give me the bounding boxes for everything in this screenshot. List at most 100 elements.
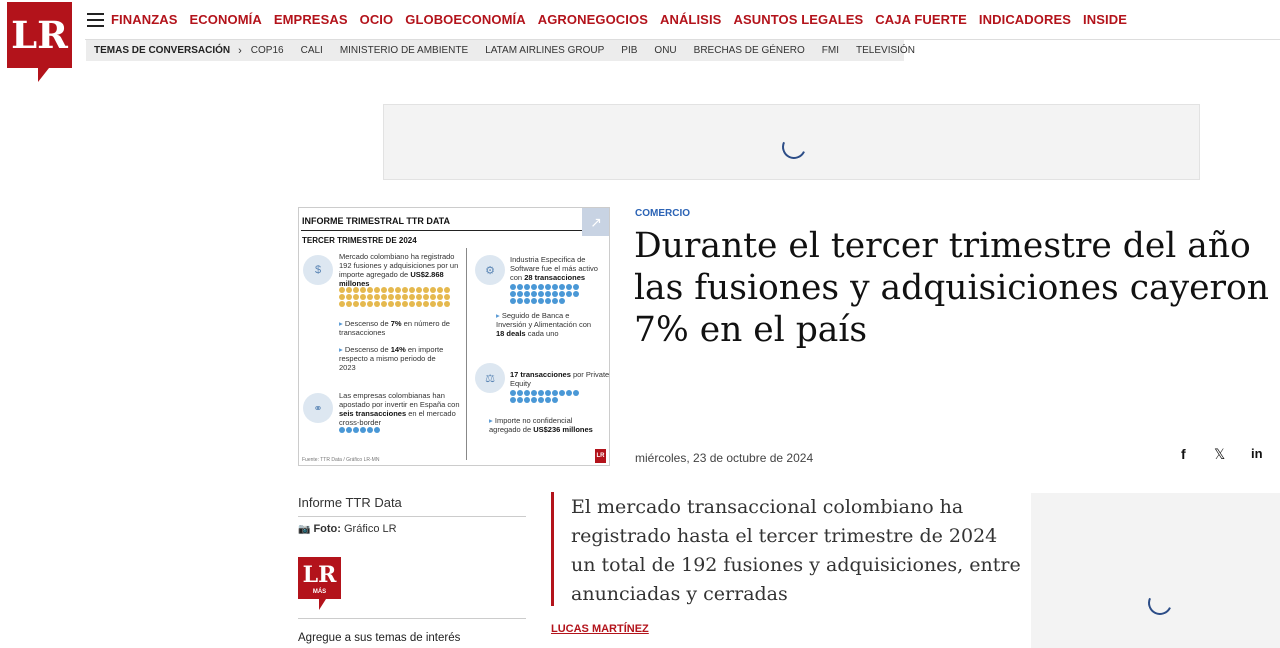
author-link[interactable]: LUCAS MARTÍNEZ xyxy=(551,623,649,635)
pictogram-dot xyxy=(360,294,366,300)
topic-fmi[interactable]: FMI xyxy=(822,45,839,56)
pictogram-dot xyxy=(423,294,429,300)
expand-image-icon[interactable]: ↗ xyxy=(582,208,609,236)
pictogram-dot xyxy=(538,390,544,396)
pictogram-dot xyxy=(510,284,516,290)
pictogram-dot xyxy=(517,390,523,396)
add-interest-topics[interactable]: Agregue a sus temas de interés xyxy=(298,632,460,644)
nav-item-asuntos-legales[interactable]: ASUNTOS LEGALES xyxy=(733,12,863,27)
topic-cop16[interactable]: COP16 xyxy=(251,45,284,56)
article-infographic[interactable]: INFORME TRIMESTRAL TTR DATA TERCER TRIME… xyxy=(298,207,610,466)
pictogram-dot xyxy=(437,294,443,300)
nav-item-economia[interactable]: ECONOMÍA xyxy=(190,12,262,27)
pictogram-dot xyxy=(416,294,422,300)
pictogram-dot xyxy=(374,294,380,300)
topic-brechas-genero[interactable]: BRECHAS DE GÉNERO xyxy=(694,45,805,56)
linkedin-share-icon[interactable]: in xyxy=(1251,446,1263,461)
pictogram-dot xyxy=(360,301,366,307)
infographic-block-descenso-7: ▸ Descenso de 7% en número de transaccio… xyxy=(339,319,450,337)
pictogram-dot xyxy=(566,390,572,396)
lr-mas-logo-text: LR xyxy=(303,562,337,588)
nav-item-ocio[interactable]: OCIO xyxy=(360,12,394,27)
pictogram-dot xyxy=(339,427,345,433)
pictogram-dot xyxy=(353,301,359,307)
x-share-icon[interactable]: 𝕏 xyxy=(1214,446,1225,463)
pictogram-dot xyxy=(374,301,380,307)
pictogram-dot xyxy=(444,294,450,300)
pictogram-dot xyxy=(510,397,516,403)
nav-item-indicadores[interactable]: INDICADORES xyxy=(979,12,1071,27)
article-lead: El mercado transaccional colombiano ha r… xyxy=(571,496,1021,605)
pictogram-dot xyxy=(573,284,579,290)
pictogram-dot xyxy=(346,301,352,307)
topic-pib[interactable]: PIB xyxy=(621,45,637,56)
pictogram-dot xyxy=(552,298,558,304)
pictogram-dot xyxy=(531,390,537,396)
pictogram-dot xyxy=(381,287,387,293)
topic-television[interactable]: TELEVISIÓN xyxy=(856,45,915,56)
pictogram-dot xyxy=(573,291,579,297)
pictogram-dot xyxy=(339,294,345,300)
nav-item-inside[interactable]: INSIDE xyxy=(1083,12,1127,27)
pictogram-dot xyxy=(524,291,530,297)
topic-ministerio-ambiente[interactable]: MINISTERIO DE AMBIENTE xyxy=(340,45,468,56)
pictogram-dot xyxy=(517,298,523,304)
headline-line-3: 7% en el país xyxy=(634,310,868,350)
infographic-block-banca: ▸ Seguido de Banca e Inversión y Aliment… xyxy=(496,311,592,338)
pictogram-dot xyxy=(559,291,565,297)
pictogram-dot xyxy=(545,390,551,396)
pictogram-dot xyxy=(395,294,401,300)
pictogram-dot xyxy=(430,294,436,300)
pictogram-dot xyxy=(360,287,366,293)
infographic-corner-logo: LR xyxy=(595,449,606,463)
pictogram-dot xyxy=(409,301,415,307)
infographic-title-rule xyxy=(301,230,583,231)
pictogram-dot xyxy=(545,291,551,297)
infographic-source: Fuente: TTR Data / Gráfico LR-MN xyxy=(302,457,380,463)
nav-item-empresas[interactable]: EMPRESAS xyxy=(274,12,348,27)
pictogram-dot xyxy=(545,284,551,290)
pictogram-dot xyxy=(423,287,429,293)
lr-mas-logo[interactable]: LR MÁS xyxy=(298,557,341,610)
pictogram-dot xyxy=(339,301,345,307)
pictogram-dot xyxy=(374,427,380,433)
topic-latam-airlines[interactable]: LATAM AIRLINES GROUP xyxy=(485,45,604,56)
pictogram-dot xyxy=(367,427,373,433)
topic-onu[interactable]: ONU xyxy=(654,45,676,56)
pictogram-dot xyxy=(437,301,443,307)
pictogram-dot xyxy=(388,301,394,307)
pictogram-dot xyxy=(510,291,516,297)
chevron-right-icon: › xyxy=(238,44,242,57)
pictogram-dot xyxy=(517,291,523,297)
nav-item-analisis[interactable]: ANÁLISIS xyxy=(660,12,721,27)
pictogram-dot xyxy=(353,427,359,433)
pictogram-dot xyxy=(346,294,352,300)
photo-credit: 📷 Foto: Gráfico LR xyxy=(298,523,397,535)
camera-icon: 📷 xyxy=(298,524,311,535)
logo-text: LR xyxy=(11,13,68,57)
pictogram-dot xyxy=(444,301,450,307)
nav-item-globoeconomia[interactable]: GLOBOECONOMÍA xyxy=(405,12,525,27)
software-icon: ⚙ xyxy=(475,255,505,285)
hamburger-menu-icon[interactable] xyxy=(87,13,104,27)
ad-banner-side[interactable] xyxy=(1031,493,1280,648)
pictogram-dot xyxy=(367,301,373,307)
infographic-divider xyxy=(466,248,467,460)
pictogram-dot xyxy=(559,390,565,396)
nav-item-finanzas[interactable]: FINANZAS xyxy=(111,12,178,27)
nav-item-caja-fuerte[interactable]: CAJA FUERTE xyxy=(875,12,967,27)
money-bag-icon: $ xyxy=(303,255,333,285)
lr-mas-logo-sub: MÁS xyxy=(313,588,326,595)
pictogram-dot xyxy=(538,298,544,304)
section-label[interactable]: COMERCIO xyxy=(635,208,690,219)
infographic-block-private-equity: 17 transacciones por Private Equity xyxy=(510,370,610,388)
nav-item-agronegocios[interactable]: AGRONEGOCIOS xyxy=(538,12,648,27)
pictogram-dot xyxy=(416,301,422,307)
topic-cali[interactable]: CALI xyxy=(301,45,323,56)
pictogram-dot xyxy=(437,287,443,293)
ad-banner-top[interactable] xyxy=(383,104,1200,180)
facebook-share-icon[interactable]: f xyxy=(1181,446,1186,462)
pictogram-dot xyxy=(538,291,544,297)
topics-bar: TEMAS DE CONVERSACIÓN › COP16 CALI MINIS… xyxy=(86,40,915,61)
lr-logo[interactable]: LR xyxy=(7,2,72,82)
